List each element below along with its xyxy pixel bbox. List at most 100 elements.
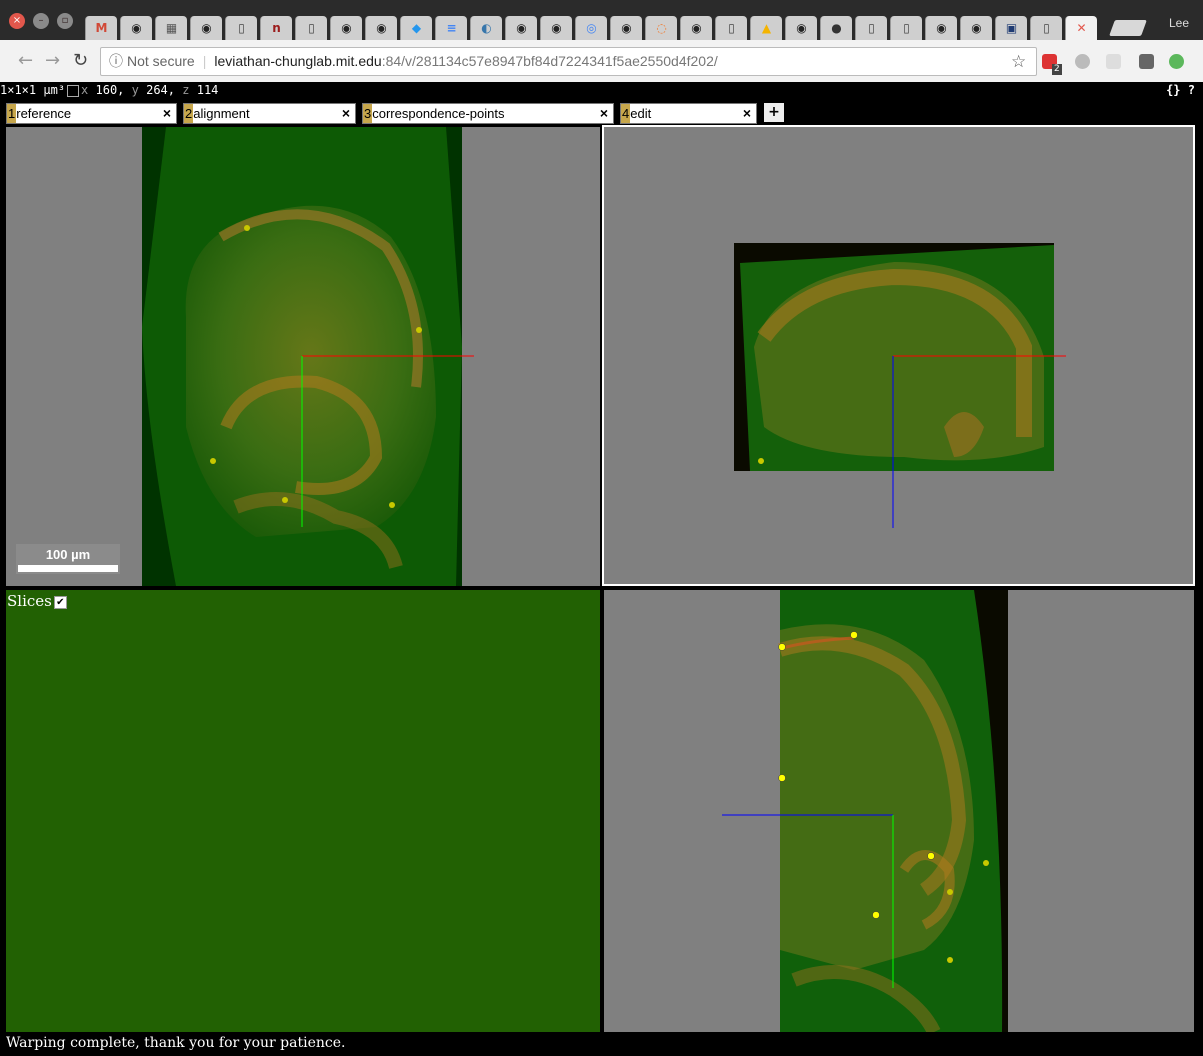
browser-tab[interactable]: ▯: [225, 16, 257, 40]
browser-tab[interactable]: ◉: [785, 16, 817, 40]
browser-tab[interactable]: ▣: [995, 16, 1027, 40]
browser-tab[interactable]: ▯: [890, 16, 922, 40]
extension-circle-icon[interactable]: [1075, 54, 1090, 69]
layer-correspondence-points[interactable]: 3correspondence-points ×: [362, 103, 614, 124]
browser-tab[interactable]: ◉: [960, 16, 992, 40]
allen-icon: ▣: [1005, 21, 1018, 35]
browser-tab[interactable]: ▯: [715, 16, 747, 40]
coord-y[interactable]: 264,: [146, 83, 175, 97]
browser-tab[interactable]: ◉: [610, 16, 642, 40]
coord-x[interactable]: 160,: [96, 83, 125, 97]
panel-3d-view[interactable]: Slices ✔: [6, 590, 600, 1032]
bookmark-star-icon[interactable]: ☆: [1011, 52, 1026, 72]
browser-tab[interactable]: ●: [820, 16, 852, 40]
layer-close-button[interactable]: ×: [342, 104, 350, 123]
correspondence-point[interactable]: [947, 889, 953, 895]
browser-tab[interactable]: ◉: [330, 16, 362, 40]
browser-tab[interactable]: ◉: [540, 16, 572, 40]
browser-tab[interactable]: ✕: [1065, 16, 1097, 40]
window-minimize-button[interactable]: –: [33, 13, 49, 29]
info-icon[interactable]: ⓘ: [109, 48, 123, 75]
browser-tab[interactable]: ◉: [120, 16, 152, 40]
docs-icon: ≡: [446, 21, 457, 35]
window-close-button[interactable]: ×: [9, 13, 25, 29]
browser-tab[interactable]: ◐: [470, 16, 502, 40]
new-tab-button[interactable]: [1109, 20, 1147, 36]
browser-tab[interactable]: ◆: [400, 16, 432, 40]
browser-tab[interactable]: ▦: [155, 16, 187, 40]
add-layer-button[interactable]: +: [764, 103, 784, 122]
scale-bar: 100 µm: [16, 544, 120, 574]
correspondence-point[interactable]: [778, 643, 786, 651]
page-icon: ▯: [308, 21, 315, 35]
github-icon: ◉: [621, 21, 632, 35]
copy-position-icon[interactable]: [67, 84, 80, 97]
forward-arrow-icon[interactable]: →: [45, 52, 60, 70]
layer-close-button[interactable]: ×: [600, 104, 608, 123]
browser-tab[interactable]: ▲: [750, 16, 782, 40]
extension-green-icon[interactable]: [1169, 54, 1184, 69]
layer-alignment[interactable]: 2alignment ×: [183, 103, 356, 124]
layer-name: reference: [16, 106, 72, 121]
profile-user-label[interactable]: Lee: [1169, 16, 1189, 30]
layer-panel: 1reference × 2alignment × 3correspondence-…: [0, 99, 1203, 125]
correspondence-point[interactable]: [416, 327, 422, 333]
browser-tab[interactable]: ◌: [645, 16, 677, 40]
address-bar[interactable]: ⓘ Not secure | leviathan-chunglab.mit.edu:8…: [100, 47, 1037, 76]
browser-tab[interactable]: ▯: [1030, 16, 1062, 40]
panel-xy-slice[interactable]: 100 µm: [6, 127, 600, 586]
browser-tab[interactable]: ◎: [575, 16, 607, 40]
correspondence-point[interactable]: [872, 911, 880, 919]
layer-close-button[interactable]: ×: [743, 104, 751, 123]
slices-checkbox[interactable]: ✔: [53, 596, 67, 609]
browser-tab[interactable]: ◉: [365, 16, 397, 40]
reload-icon[interactable]: ↻: [73, 52, 88, 70]
layer-name: edit: [630, 106, 652, 121]
layer-name: alignment: [193, 106, 250, 121]
correspondence-point[interactable]: [850, 631, 858, 639]
correspondence-point[interactable]: [947, 957, 953, 963]
slices-toggle[interactable]: Slices ✔: [7, 592, 67, 610]
coord-z[interactable]: 114: [197, 83, 219, 97]
correspondence-point[interactable]: [758, 458, 764, 464]
browser-tab[interactable]: M: [85, 16, 117, 40]
browser-tab[interactable]: ◉: [680, 16, 712, 40]
browser-tab[interactable]: ◉: [925, 16, 957, 40]
page-icon: ▯: [903, 21, 910, 35]
chrome-icon: ◎: [586, 21, 597, 35]
correspondence-point[interactable]: [983, 860, 989, 866]
browser-tab[interactable]: ≡: [435, 16, 467, 40]
back-arrow-icon[interactable]: ←: [18, 52, 33, 70]
page-icon: ▯: [868, 21, 875, 35]
docker-icon: ◆: [411, 21, 422, 35]
window-maximize-button[interactable]: ▫: [57, 13, 73, 29]
correspondence-point[interactable]: [389, 502, 395, 508]
correspondence-point[interactable]: [282, 497, 288, 503]
correspondence-point[interactable]: [210, 458, 216, 464]
help-button[interactable]: ?: [1188, 83, 1195, 97]
extension-trash-icon[interactable]: [1106, 54, 1121, 69]
correspondence-point[interactable]: [927, 852, 935, 860]
layer-close-button[interactable]: ×: [163, 104, 171, 123]
browser-tab[interactable]: ▯: [855, 16, 887, 40]
status-message: Warping complete, thank you for your pat…: [6, 1035, 346, 1051]
jupyter-icon: ◌: [656, 21, 667, 35]
correspondence-point[interactable]: [778, 774, 786, 782]
close-tab-icon: ✕: [1076, 21, 1087, 35]
panel-xz-slice[interactable]: [602, 125, 1195, 586]
extension-bulb-icon[interactable]: [1139, 54, 1154, 69]
layer-edit[interactable]: 4edit ×: [620, 103, 757, 124]
browser-tab[interactable]: ◉: [190, 16, 222, 40]
json-state-button[interactable]: {}: [1166, 83, 1180, 97]
github-icon: ◉: [131, 21, 142, 35]
drive-icon: ▲: [761, 21, 772, 35]
page-icon: ▯: [238, 21, 245, 35]
browser-tab[interactable]: ▯: [295, 16, 327, 40]
yz-slice-view: [722, 590, 1008, 1032]
browser-tab[interactable]: n: [260, 16, 292, 40]
panel-yz-slice[interactable]: [604, 590, 1194, 1032]
layer-reference[interactable]: 1reference ×: [6, 103, 177, 124]
browser-tab[interactable]: ◉: [505, 16, 537, 40]
layer-name: correspondence-points: [372, 106, 505, 121]
correspondence-point[interactable]: [244, 225, 250, 231]
